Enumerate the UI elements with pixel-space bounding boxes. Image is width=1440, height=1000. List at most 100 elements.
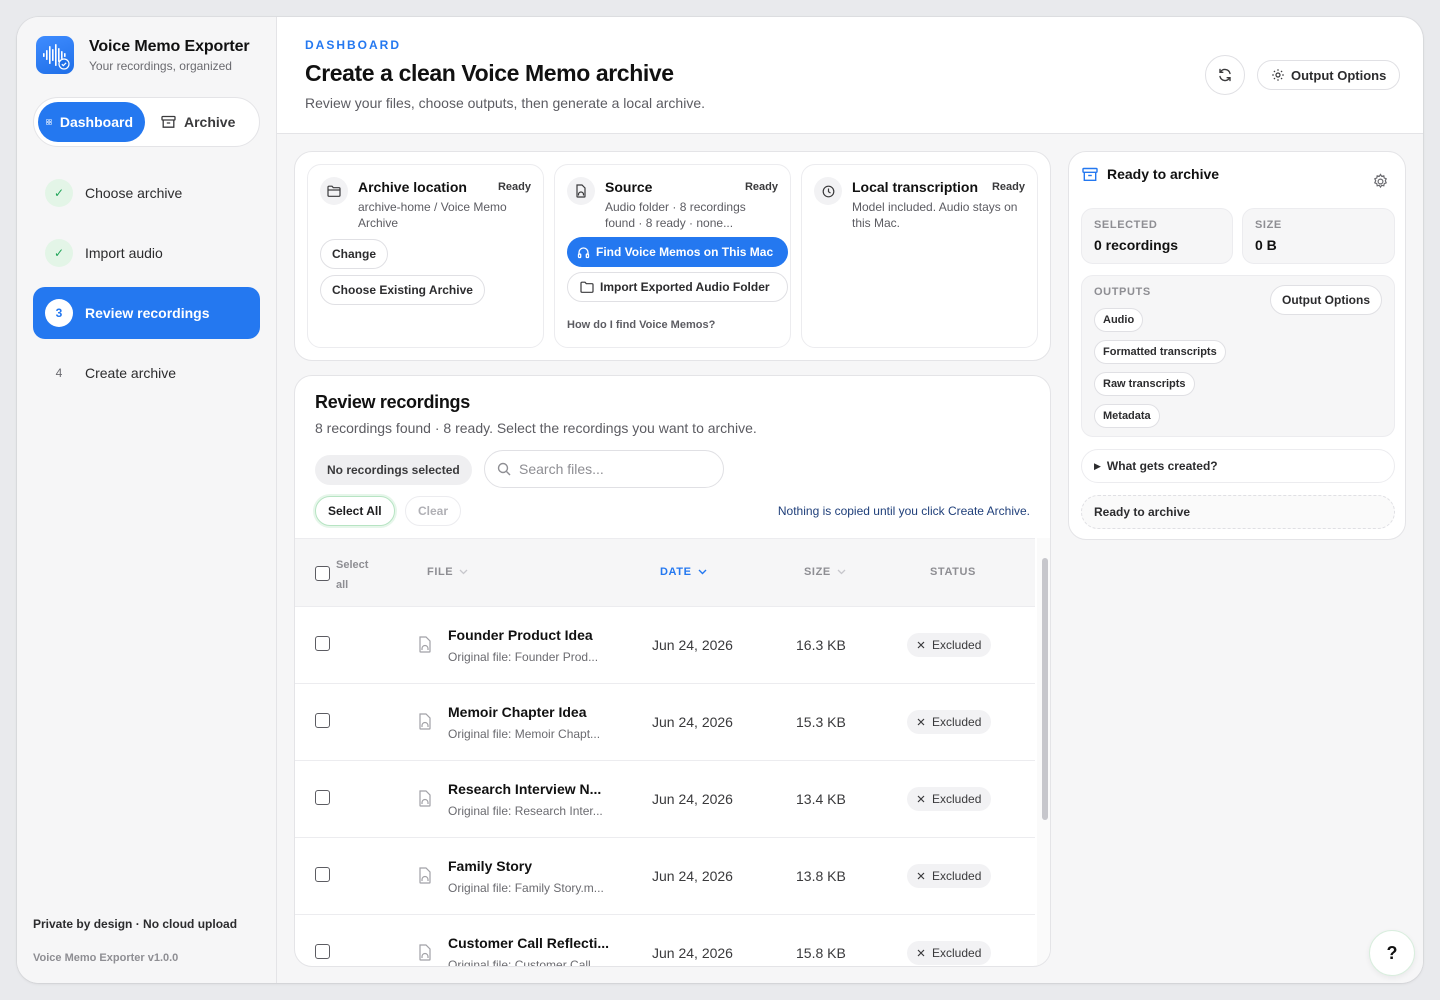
close-icon [917,718,925,726]
step-review-recordings[interactable]: 3 Review recordings [33,287,260,339]
table-row[interactable]: Customer Call Reflecti... Original file: … [295,915,1035,967]
date-column-header[interactable]: DATE [660,566,707,578]
status-badge: Excluded [907,864,992,888]
original-file-name: Original file: Memoir Chapt... [448,727,601,741]
summary-settings-button[interactable] [1372,173,1389,193]
sidebar: Voice Memo Exporter Your recordings, org… [17,17,277,983]
transcription-description: Model included. Audio stays on this Mac. [852,200,1018,230]
page-subtitle: Review your files, choose outputs, then … [305,95,706,111]
table-header: Select all FILE DATE SIZE STATUS [295,538,1035,607]
dashboard-tab[interactable]: Dashboard [38,102,145,142]
archive-tab-label: Archive [184,114,236,130]
selection-count-chip: No recordings selected [315,455,472,485]
output-tag-metadata: Metadata [1094,404,1160,428]
outputs-options-button[interactable]: Output Options [1270,285,1382,315]
file-name: Research Interview N... [448,781,602,797]
find-voice-memos-button[interactable]: Find Voice Memos on This Mac [567,237,788,267]
row-checkbox[interactable] [315,713,330,728]
status-badge: Ready [497,181,531,193]
row-checkbox[interactable] [315,636,330,651]
status-column-header: STATUS [930,566,976,578]
transcription-panel: Local transcription Ready Model included… [801,164,1038,348]
step-number-badge: 3 [45,299,73,327]
original-file-name: Original file: Customer Call... [448,958,601,967]
change-archive-button[interactable]: Change [320,239,389,269]
status-badge: Ready [744,181,778,193]
size-value: 0 B [1255,237,1277,253]
table-row[interactable]: Family Story Original file: Family Story.… [295,838,1035,915]
file-size: 13.8 KB [796,868,846,884]
select-all-button[interactable]: Select All [315,496,395,526]
archive-location-title: Archive location [358,179,467,195]
audio-file-icon [419,944,431,961]
archive-tab[interactable]: Archive [153,102,247,142]
grid-icon [46,119,52,125]
scrollbar-thumb[interactable] [1042,558,1048,820]
file-name: Founder Product Idea [448,627,593,643]
close-icon [917,795,925,803]
outputs-section: OUTPUTS Output Options Audio Formatted t… [1081,275,1395,437]
review-subtitle: 8 recordings found · 8 ready. Select the… [315,420,757,436]
size-column-header[interactable]: SIZE [804,566,846,578]
copy-note: Nothing is copied until you click Create… [777,504,1030,518]
archive-location-panel: Archive location Ready archive-home / Vo… [307,164,544,348]
output-tag-audio: Audio [1094,308,1144,332]
file-size: 16.3 KB [796,637,846,653]
table-row[interactable]: Founder Product Idea Original file: Found… [295,607,1035,684]
privacy-note: Private by design · No cloud upload [33,917,238,931]
setup-card: Archive location Ready archive-home / Vo… [294,151,1051,361]
import-folder-button[interactable]: Import Exported Audio Folder [567,272,788,302]
summary-title: Ready to archive [1107,166,1220,182]
archive-status-row: Ready to archive [1081,495,1395,529]
find-voice-memos-help-link[interactable]: How do I find Voice Memos? [567,319,778,331]
close-icon [917,872,925,880]
status-label: Excluded [932,946,982,960]
row-checkbox[interactable] [315,944,330,959]
transcription-title: Local transcription [852,179,979,195]
help-button[interactable]: ? [1369,930,1415,976]
search-input[interactable] [519,461,709,477]
choose-existing-archive-button[interactable]: Choose Existing Archive [320,275,485,305]
file-column-header[interactable]: FILE [427,566,468,578]
step-choose-archive[interactable]: ✓ Choose archive [33,167,260,219]
disclosure-triangle-icon: ▶ [1094,460,1101,471]
audio-file-icon [419,790,431,807]
status-label: Excluded [932,792,982,806]
step-label: Choose archive [85,185,183,201]
search-field[interactable] [484,450,724,488]
clear-button[interactable]: Clear [405,496,462,526]
table-row[interactable]: Memoir Chapter Idea Original file: Memoir… [295,684,1035,761]
file-size: 15.3 KB [796,714,846,730]
refresh-button[interactable] [1205,55,1245,95]
file-date: Jun 24, 2026 [652,791,733,807]
import-folder-label: Import Exported Audio Folder [600,280,770,294]
dashboard-tab-label: Dashboard [59,114,133,130]
archive-box-icon [161,115,176,128]
step-label: Review recordings [85,305,210,321]
step-create-archive[interactable]: 4 Create archive [33,347,260,399]
status-label: Excluded [932,638,982,652]
original-file-name: Original file: Founder Prod... [448,650,599,664]
step-label: Create archive [85,365,177,381]
what-gets-created-label: What gets created? [1106,459,1218,473]
source-panel: Source Ready Audio folder · 8 recordings… [554,164,791,348]
chevron-down-icon [698,569,707,575]
file-name: Family Story [448,858,533,874]
select-all-checkbox[interactable] [315,566,330,581]
what-gets-created-disclosure[interactable]: ▶ What gets created? [1081,449,1395,483]
chevron-down-icon [459,569,468,575]
row-checkbox[interactable] [315,867,330,882]
sidebar-footer: Private by design · No cloud upload Voic… [33,917,237,964]
file-date: Jun 24, 2026 [652,945,733,961]
select-all-column-label: Select all [336,559,369,591]
checkmark-icon: ✓ [45,239,73,267]
table-row[interactable]: Research Interview N... Original file: Re… [295,761,1035,838]
row-checkbox[interactable] [315,790,330,805]
step-import-audio[interactable]: ✓ Import audio [33,227,260,279]
archive-box-icon [1082,167,1098,181]
gear-icon [1272,69,1284,81]
clock-icon [814,177,842,205]
status-badge: Excluded [907,633,992,657]
output-options-button[interactable]: Output Options [1257,60,1401,90]
selected-value: 0 recordings [1094,237,1179,253]
